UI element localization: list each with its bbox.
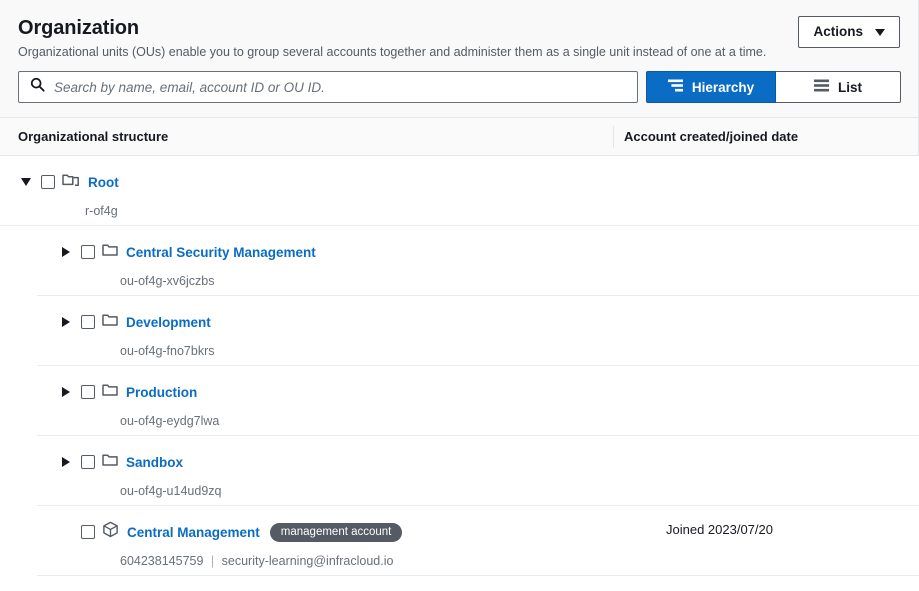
tree-row-id-sandbox: ou-of4g-u14ud9zq <box>0 483 614 499</box>
tree-row-central-management-account: Central Management management account 60… <box>0 506 919 576</box>
chevron-right-icon <box>62 247 70 257</box>
tree-row-sandbox: Sandbox ou-of4g-u14ud9zq <box>0 436 919 506</box>
page-description: Organizational units (OUs) enable you to… <box>18 44 766 60</box>
title-block: Organization Organizational units (OUs) … <box>18 14 766 60</box>
folder-icon <box>102 452 118 473</box>
tree-row-primary-line: Central Security Management <box>0 242 614 262</box>
column-header-structure: Organizational structure <box>0 129 168 144</box>
tree-row-content: Development ou-of4g-fno7bkrs <box>0 296 614 359</box>
tree-row-central-security-management: Central Security Management ou-of4g-xv6j… <box>0 226 919 296</box>
hierarchy-view-label: Hierarchy <box>692 80 754 95</box>
tree-row-account-details: 604238145759 | security-learning@infracl… <box>0 553 614 569</box>
page-header-panel: Organization Organizational units (OUs) … <box>0 0 919 118</box>
actions-button-label: Actions <box>813 16 863 48</box>
search-input[interactable] <box>54 73 637 101</box>
tree-row-date-sandbox <box>614 436 919 452</box>
organizational-structure-tree: Root r-of4g <box>0 156 919 576</box>
view-toggle-group: Hierarchy List <box>646 71 901 103</box>
tree-row-id-central-security-management: ou-of4g-xv6jczbs <box>0 273 614 289</box>
hierarchy-view-button[interactable]: Hierarchy <box>646 71 776 103</box>
tree-row-date-production <box>614 366 919 382</box>
page-title: Organization <box>18 16 766 40</box>
row-checkbox-production[interactable] <box>81 385 95 399</box>
hierarchy-icon <box>668 79 683 95</box>
detail-separator: | <box>207 554 218 568</box>
tree-node-link-production[interactable]: Production <box>126 385 197 400</box>
expand-collapse-toggle-root[interactable] <box>18 174 34 190</box>
expand-collapse-toggle-central-security-management[interactable] <box>58 244 74 260</box>
tree-row-id-production: ou-of4g-eydg7lwa <box>0 413 614 429</box>
tree-row-id-root: r-of4g <box>0 203 614 219</box>
tree-row-content: Central Security Management ou-of4g-xv6j… <box>0 226 614 289</box>
row-checkbox-root[interactable] <box>41 175 55 189</box>
tree-row-date-central-management: Joined 2023/07/20 <box>614 506 919 537</box>
tree-row-primary-line: Central Management management account <box>0 522 614 542</box>
account-id-text: 604238145759 <box>120 554 203 568</box>
row-checkbox-development[interactable] <box>81 315 95 329</box>
tree-row-root: Root r-of4g <box>0 156 919 226</box>
organization-page: Organization Organizational units (OUs) … <box>0 0 919 591</box>
tree-node-link-central-security-management[interactable]: Central Security Management <box>126 245 316 260</box>
tree-row-content: Production ou-of4g-eydg7lwa <box>0 366 614 429</box>
tree-row-primary-line: Production <box>0 382 614 402</box>
tree-node-link-root[interactable]: Root <box>88 175 119 190</box>
chevron-right-icon <box>62 387 70 397</box>
search-icon <box>30 77 45 97</box>
row-checkbox-central-security-management[interactable] <box>81 245 95 259</box>
tree-row-date-development <box>614 296 919 312</box>
list-view-button[interactable]: List <box>776 71 901 103</box>
tree-row-date-central-security-management <box>614 226 919 242</box>
account-cube-icon <box>102 521 119 543</box>
table-header: Organizational structure Account created… <box>0 118 919 156</box>
expand-collapse-toggle-production[interactable] <box>58 384 74 400</box>
actions-button[interactable]: Actions <box>798 16 900 48</box>
list-icon <box>814 79 829 95</box>
tree-node-link-development[interactable]: Development <box>126 315 211 330</box>
tree-node-link-sandbox[interactable]: Sandbox <box>126 455 183 470</box>
account-email-text: security-learning@infracloud.io <box>222 554 394 568</box>
tree-row-content: Root r-of4g <box>0 156 614 219</box>
chevron-right-icon <box>62 317 70 327</box>
search-box[interactable] <box>18 71 638 103</box>
tree-row-production: Production ou-of4g-eydg7lwa <box>0 366 919 436</box>
tree-row-primary-line: Root <box>0 172 614 192</box>
tree-row-content: Sandbox ou-of4g-u14ud9zq <box>0 436 614 499</box>
expand-collapse-toggle-sandbox[interactable] <box>58 454 74 470</box>
tree-row-date-root <box>614 156 919 172</box>
folder-icon <box>102 312 118 333</box>
title-row: Organization Organizational units (OUs) … <box>18 14 900 60</box>
expand-collapse-toggle-development[interactable] <box>58 314 74 330</box>
chevron-right-icon <box>62 457 70 467</box>
folder-icon <box>102 242 118 263</box>
tree-row-primary-line: Sandbox <box>0 452 614 472</box>
row-checkbox-sandbox[interactable] <box>81 455 95 469</box>
tree-row-content: Central Management management account 60… <box>0 506 614 569</box>
chevron-down-icon <box>21 178 31 186</box>
row-separator <box>37 575 919 576</box>
tree-row-id-development: ou-of4g-fno7bkrs <box>0 343 614 359</box>
expand-collapse-placeholder <box>58 524 74 540</box>
column-header-date: Account created/joined date <box>613 126 918 148</box>
tree-row-primary-line: Development <box>0 312 614 332</box>
row-checkbox-central-management[interactable] <box>81 525 95 539</box>
list-view-label: List <box>838 80 862 95</box>
tree-row-development: Development ou-of4g-fno7bkrs <box>0 296 919 366</box>
controls-row: Hierarchy List <box>18 71 900 103</box>
folder-icon <box>102 382 118 403</box>
status-badge-management-account: management account <box>270 523 403 542</box>
root-folders-icon <box>62 172 80 193</box>
chevron-down-icon <box>875 29 885 36</box>
tree-node-link-central-management[interactable]: Central Management <box>127 525 260 540</box>
